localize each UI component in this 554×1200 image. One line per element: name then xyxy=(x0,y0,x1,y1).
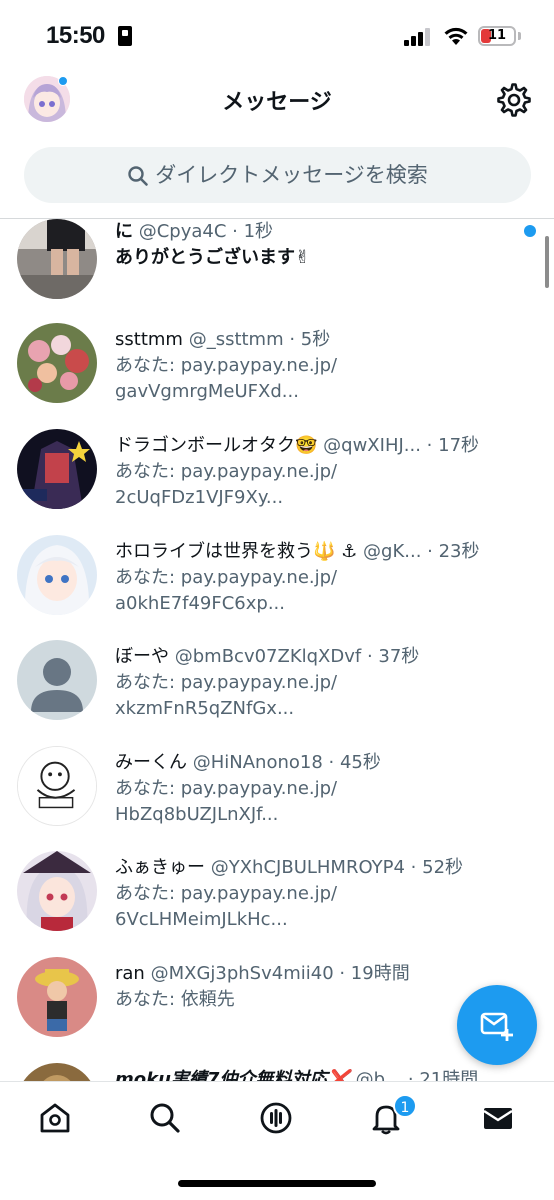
conversation-name: moku実績7仲介無料対応❌ xyxy=(115,1069,350,1081)
conversation-row[interactable]: ふぁきゅー @YXhCJBULHMROYP4 · 52秒 あなた: pay.pa… xyxy=(0,851,554,957)
new-message-icon xyxy=(480,1012,513,1041)
conversation-row[interactable]: ホロライブは世界を救う🔱 ⚓ @gK... · 23秒 あなた: pay.pay… xyxy=(0,535,554,641)
conversation-name: ドラゴンボールオタク🤓 xyxy=(115,435,318,456)
conversation-meta: @b... · 21時間 xyxy=(355,1069,479,1081)
conversation-row[interactable]: ぼーや @bmBcv07ZKlqXDvf · 37秒 あなた: pay.payp… xyxy=(0,640,554,746)
battery-icon: 11 xyxy=(478,26,516,46)
conversation-row[interactable]: ドラゴンボールオタク🤓 @qwXIHJ... · 17秒 あなた: pay.pa… xyxy=(0,429,554,535)
search-icon xyxy=(128,166,149,186)
conversation-meta: @Cpya4C · 1秒 xyxy=(138,221,274,242)
conversation-name: に xyxy=(115,221,133,242)
conversation-list[interactable]: に @Cpya4C · 1秒 ありがとうございます✌ ssttmm @_sstt… xyxy=(0,219,554,1081)
conversation-meta: @YXhCJBULHMROYP4 · 52秒 xyxy=(210,857,464,878)
message-preview: ありがとうございます✌ xyxy=(115,247,311,268)
message-preview: あなた: pay.paypay.ne.jp/ xyxy=(115,883,338,904)
conversation-row[interactable]: ssttmm @_ssttmm · 5秒 あなた: pay.paypay.ne.… xyxy=(0,323,554,429)
conversation-name: ホロライブは世界を救う🔱 ⚓ xyxy=(115,541,358,562)
messages-mail-icon[interactable] xyxy=(480,1100,516,1136)
conversation-name: ふぁきゅー xyxy=(115,857,205,878)
avatar[interactable] xyxy=(17,535,97,615)
status-time: 15:50 xyxy=(46,22,105,49)
conversation-row[interactable]: みーくん @HiNAnono18 · 45秒 あなた: pay.paypay.n… xyxy=(0,746,554,852)
message-preview: あなた: pay.paypay.ne.jp/ xyxy=(115,355,338,376)
battery-cap xyxy=(518,32,521,40)
conversation-name: ぼーや xyxy=(115,646,169,667)
conversation-meta: @gK... · 23秒 xyxy=(363,541,480,562)
conversation-name: ssttmm xyxy=(115,329,183,350)
avatar[interactable] xyxy=(17,851,97,931)
message-preview-continued: 6VcLHMeimJLkHc... xyxy=(115,909,288,930)
message-preview-continued: gavVgmrgMeUFXd... xyxy=(115,381,299,402)
default-avatar[interactable] xyxy=(17,640,97,720)
notifications-badge: 1 xyxy=(393,1094,417,1118)
search-nav-icon[interactable] xyxy=(147,1100,183,1136)
settings-gear-icon[interactable] xyxy=(496,82,532,118)
avatar[interactable] xyxy=(17,323,97,403)
spaces-microphone-icon[interactable] xyxy=(258,1100,294,1136)
message-preview-continued: 2cUqFDz1VJF9Xy... xyxy=(115,487,284,508)
conversation-meta: @_ssttmm · 5秒 xyxy=(188,329,331,350)
battery-level: 11 xyxy=(487,28,507,43)
message-preview: あなた: pay.paypay.ne.jp/ xyxy=(115,778,338,799)
message-preview: あなた: pay.paypay.ne.jp/ xyxy=(115,461,338,482)
sim-card-icon xyxy=(118,26,132,46)
wifi-icon xyxy=(444,27,468,45)
avatar[interactable] xyxy=(17,219,97,299)
status-bar: 15:50 11 xyxy=(0,0,554,70)
avatar[interactable] xyxy=(17,1063,97,1081)
message-preview: あなた: pay.paypay.ne.jp/ xyxy=(115,567,338,588)
search-placeholder: ダイレクトメッセージを検索 xyxy=(155,163,428,187)
conversation-meta: @HiNAnono18 · 45秒 xyxy=(192,752,381,773)
message-preview: あなた: pay.paypay.ne.jp/ xyxy=(115,672,338,693)
search-input[interactable]: ダイレクトメッセージを検索 xyxy=(24,147,531,203)
header: メッセージ xyxy=(0,70,554,132)
home-indicator[interactable] xyxy=(178,1180,376,1187)
conversation-meta: @MXGj3phSv4mii40 · 19時間 xyxy=(150,963,410,984)
conversation-meta: @bmBcv07ZKlqXDvf · 37秒 xyxy=(174,646,420,667)
message-preview-continued: xkzmFnR5qZNfGx... xyxy=(115,698,295,719)
new-message-button[interactable] xyxy=(457,985,537,1065)
conversation-name: みーくん xyxy=(115,752,187,773)
avatar[interactable] xyxy=(17,746,97,826)
conversation-meta: @qwXIHJ... · 17秒 xyxy=(323,435,480,456)
page-title: メッセージ xyxy=(222,90,332,115)
home-icon[interactable] xyxy=(37,1100,73,1136)
conversation-row[interactable]: moku実績7仲介無料対応❌ @b... · 21時間 xyxy=(0,1063,554,1081)
avatar[interactable] xyxy=(17,429,97,509)
cellular-signal-icon xyxy=(404,28,432,46)
avatar[interactable] xyxy=(17,957,97,1037)
message-preview-continued: HbZq8bUZJLnXJf... xyxy=(115,804,279,825)
conversation-row[interactable]: に @Cpya4C · 1秒 ありがとうございます✌ xyxy=(0,219,554,325)
scrollbar[interactable] xyxy=(545,236,549,288)
conversation-name: ran xyxy=(115,963,145,984)
message-preview-continued: a0khE7f49FC6xp... xyxy=(115,593,285,614)
unread-indicator xyxy=(524,225,536,237)
